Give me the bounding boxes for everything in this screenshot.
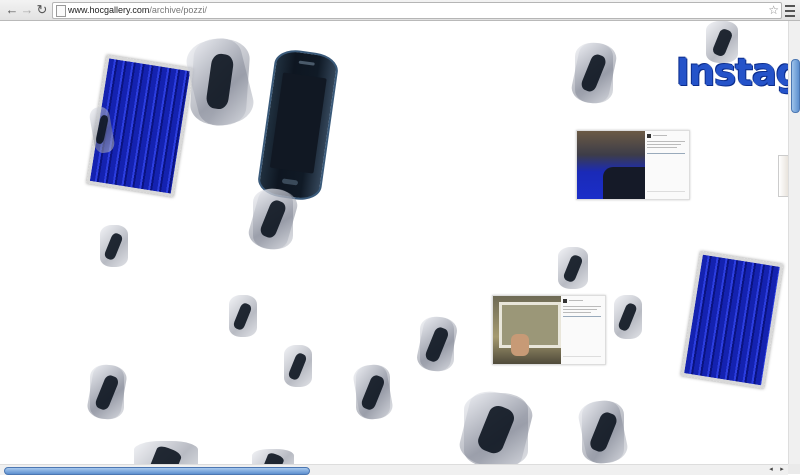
phone-stack-image — [134, 441, 198, 464]
phone-stack-image — [252, 449, 294, 464]
phone-screen — [269, 72, 327, 174]
phone-stack-image — [229, 295, 257, 337]
star-icon[interactable]: ☆ — [768, 3, 779, 17]
back-arrow-icon[interactable]: ← — [4, 2, 20, 18]
phone-stack-image — [569, 39, 619, 107]
vertical-scroll-thumb[interactable] — [791, 59, 800, 113]
phone-stack-image — [576, 397, 630, 464]
smartphone-image — [256, 47, 340, 203]
instagram-post-card[interactable] — [492, 295, 606, 365]
phone-speaker — [298, 60, 315, 66]
forward-arrow-icon[interactable]: → — [19, 2, 35, 18]
scrollbar-corner — [788, 464, 800, 474]
phone-stack-image — [284, 345, 312, 387]
instagram-heading: Instag — [676, 51, 788, 94]
instagram-post-comments — [561, 296, 605, 364]
browser-toolbar: ← → ↻ www.hocgallery.com/archive/pozzi/ … — [0, 0, 800, 21]
phone-stack-image — [351, 362, 395, 422]
url-text[interactable]: www.hocgallery.com/archive/pozzi/ — [68, 4, 207, 17]
instagram-post-photo — [493, 296, 561, 364]
reload-icon[interactable]: ↻ — [34, 2, 50, 18]
url-domain: www.hocgallery.com — [68, 5, 150, 15]
instagram-post-comments — [645, 131, 689, 199]
address-bar[interactable]: www.hocgallery.com/archive/pozzi/ ☆ — [52, 2, 782, 19]
partial-image-card — [778, 155, 788, 197]
hamburger-menu-icon[interactable] — [783, 2, 797, 18]
phone-stack-image — [100, 225, 128, 267]
phone-stack-image — [182, 33, 258, 131]
instagram-post-card[interactable] — [576, 130, 690, 200]
phone-stack-image — [558, 247, 588, 289]
url-path: /archive/pozzi/ — [149, 5, 207, 15]
solar-panel-image — [680, 251, 784, 389]
page-viewport: Instag — [0, 21, 788, 464]
vertical-scrollbar[interactable] — [788, 21, 800, 464]
horizontal-scrollbar[interactable]: ◂ ▸ — [0, 464, 788, 475]
phone-stack-image — [455, 386, 537, 464]
instagram-post-photo — [577, 131, 645, 199]
phone-stack-image — [414, 314, 460, 374]
phone-stack-image — [614, 295, 642, 339]
page-icon — [56, 5, 66, 17]
phone-stack-image — [85, 362, 129, 422]
phone-home-button — [281, 178, 299, 186]
phone-stack-image — [245, 184, 301, 254]
